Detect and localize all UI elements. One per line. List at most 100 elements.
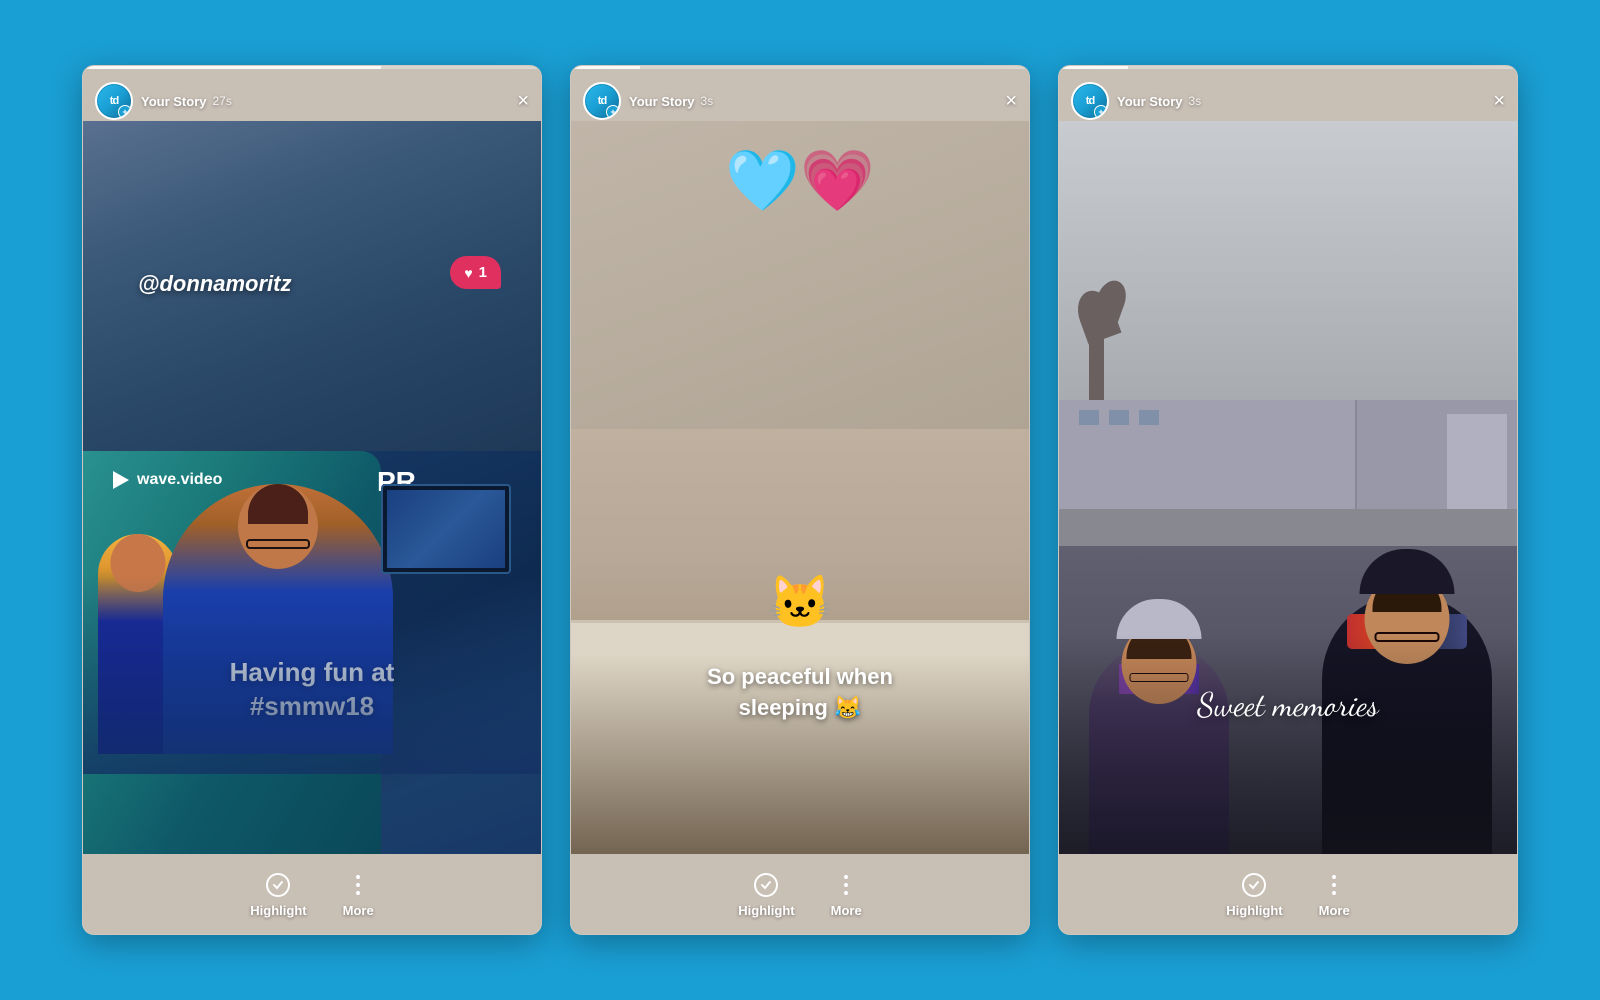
story-title-group-3: Your Story 3s	[1117, 94, 1493, 109]
like-notification-1: ♥ 1	[450, 256, 501, 289]
story-username-1: Your Story	[141, 94, 207, 109]
more-icon-1	[344, 871, 372, 899]
progress-bar-fill-1	[83, 66, 381, 69]
story-time-3: 3s	[1189, 94, 1202, 108]
highlight-button-3[interactable]: Highlight	[1226, 871, 1282, 918]
dot1	[356, 875, 360, 879]
avatar-3: td +	[1071, 82, 1109, 120]
dot3-2	[844, 891, 848, 895]
progress-bar-container-1	[83, 66, 541, 69]
tree1-branch2	[1091, 276, 1131, 323]
highlight-icon-2	[752, 871, 780, 899]
highlight-label-1: Highlight	[250, 903, 306, 918]
more-dots-2	[844, 875, 848, 895]
story-actions-2: Highlight More	[571, 854, 1029, 934]
avatar-1: td +	[95, 82, 133, 120]
story-username-2: Your Story	[629, 94, 695, 109]
highlight-button-2[interactable]: Highlight	[738, 871, 794, 918]
progress-bar-container-3	[1059, 66, 1517, 69]
card2-content: 🩵💗 🐱 So peaceful whensleeping 😹	[571, 121, 1029, 854]
card3-content: Sweet memories	[1059, 121, 1517, 854]
avatar-2: td +	[583, 82, 621, 120]
close-button-3[interactable]: ×	[1493, 91, 1505, 111]
card2-text: So peaceful whensleeping 😹	[707, 664, 893, 720]
bottom-gradient-3	[1059, 634, 1517, 854]
card3-building-area	[1059, 400, 1517, 547]
more-dots-3	[1332, 875, 1336, 895]
dot3	[356, 891, 360, 895]
window2	[1109, 410, 1129, 425]
window3	[1139, 410, 1159, 425]
story-card-1: td + Your Story 27s × wave.video PR	[82, 65, 542, 935]
dot3-3	[1332, 891, 1336, 895]
avatar-plus-2: +	[606, 105, 620, 119]
card3-caption-text: Sweet memories	[1059, 686, 1517, 724]
more-icon-3	[1320, 871, 1348, 899]
story-actions-1: Highlight More	[83, 854, 541, 934]
highlight-label-3: Highlight	[1226, 903, 1282, 918]
progress-bar-container-2	[571, 66, 1029, 69]
wave-video-label: wave.video	[113, 471, 222, 489]
more-button-2[interactable]: More	[831, 871, 862, 918]
story-card-2: td + Your Story 3s × 🩵💗 🐱 So peaceful wh…	[570, 65, 1030, 935]
person2-head	[238, 484, 318, 569]
card1-photo: wave.video PR	[83, 121, 541, 854]
highlight-icon-1	[264, 871, 292, 899]
progress-bar-fill-2	[571, 66, 640, 69]
person2-glasses	[246, 539, 310, 549]
progress-bar-fill-3	[1059, 66, 1128, 69]
winter-p2-hat	[1360, 549, 1455, 594]
winter-p1-hat	[1117, 599, 1202, 639]
avatar-logo-1: td	[110, 95, 118, 107]
more-button-3[interactable]: More	[1319, 871, 1350, 918]
more-icon-2	[832, 871, 860, 899]
highlight-button-1[interactable]: Highlight	[250, 871, 306, 918]
dot2-3	[1332, 883, 1336, 887]
avatar-plus-3: +	[1094, 105, 1108, 119]
like-heart-icon: ♥	[464, 265, 472, 281]
card3-sky	[1059, 121, 1517, 400]
card3-text: Sweet memories	[1197, 686, 1378, 724]
story-username-3: Your Story	[1117, 94, 1183, 109]
story-header-1: td + Your Story 27s ×	[83, 74, 541, 128]
avatar-logo-2: td	[598, 95, 606, 107]
window1	[1079, 410, 1099, 425]
hearts-emoji: 🩵💗	[725, 151, 874, 211]
story-card-3: td + Your Story 3s ×	[1058, 65, 1518, 935]
wave-video-text: wave.video	[137, 471, 222, 489]
highlight-label-2: Highlight	[738, 903, 794, 918]
person2-hair	[248, 484, 308, 524]
close-button-1[interactable]: ×	[517, 91, 529, 111]
dot2-2	[844, 883, 848, 887]
card2-caption-text: So peaceful whensleeping 😹	[571, 662, 1029, 724]
play-icon	[113, 471, 129, 489]
dot1-3	[1332, 875, 1336, 879]
highlight-svg-1	[265, 872, 291, 898]
monitor-screen	[387, 490, 505, 568]
more-label-1: More	[343, 903, 374, 918]
story-actions-3: Highlight More	[1059, 854, 1517, 934]
card2-top-bg: 🩵💗	[571, 121, 1029, 429]
bottom-gradient-1	[83, 574, 541, 774]
like-count: 1	[479, 264, 487, 281]
story-title-group-2: Your Story 3s	[629, 94, 1005, 109]
story-time-2: 3s	[701, 94, 714, 108]
mention-text: @donnamoritz	[138, 271, 291, 297]
dot2	[356, 883, 360, 887]
cat-emoji: 🐱	[768, 577, 833, 629]
more-button-1[interactable]: More	[343, 871, 374, 918]
close-button-2[interactable]: ×	[1005, 91, 1017, 111]
avatar-logo-3: td	[1086, 95, 1094, 107]
monitor	[381, 484, 511, 574]
highlight-icon-3	[1240, 871, 1268, 899]
avatar-plus-1: +	[118, 105, 132, 119]
dot1-2	[844, 875, 848, 879]
more-label-2: More	[831, 903, 862, 918]
story-header-3: td + Your Story 3s ×	[1059, 74, 1517, 128]
highlight-svg-2	[753, 872, 779, 898]
highlight-svg-3	[1241, 872, 1267, 898]
story-header-2: td + Your Story 3s ×	[571, 74, 1029, 128]
more-label-3: More	[1319, 903, 1350, 918]
story-title-group-1: Your Story 27s	[141, 94, 517, 109]
more-dots-1	[356, 875, 360, 895]
